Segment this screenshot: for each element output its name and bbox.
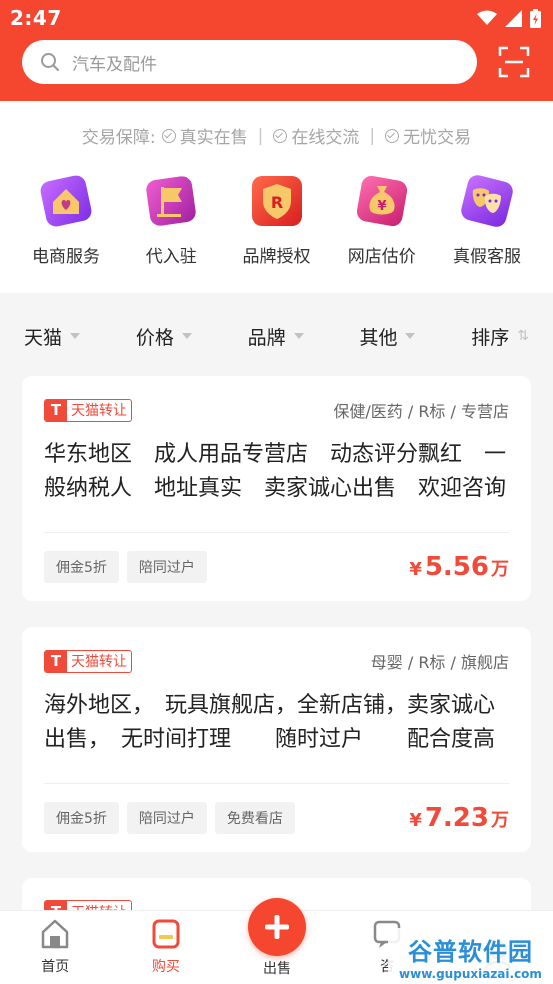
- dropdown-triangle-icon: [405, 333, 416, 339]
- cell-signal-icon: [505, 9, 522, 27]
- trade-guarantee: 交易保障: 真实在售 | 在线交流 | 无忧交易: [0, 101, 553, 149]
- search-row: 汽车及配件: [0, 36, 553, 88]
- card-footer: 佣金5折 陪同过户 ¥ 5.56 万: [22, 533, 531, 601]
- service-grid: 电商服务 代入驻 R 品牌授权 ¥ 网店估价 真假客服: [0, 148, 553, 267]
- filter-bar: 天猫 价格 品牌 其他 排序 ⇅: [0, 293, 553, 379]
- tmall-logo-icon: T: [45, 650, 67, 672]
- filter-price[interactable]: 价格: [136, 323, 192, 350]
- app-header: 2:47 汽车及配件: [0, 0, 553, 101]
- card-header: T 天猫转让 母婴 / R标 / 旗舰店: [22, 627, 531, 673]
- status-icons: [477, 8, 541, 28]
- service-real-fake-support[interactable]: 真假客服: [435, 170, 539, 267]
- service-settle-in[interactable]: 代入驻: [119, 170, 223, 267]
- filter-sort[interactable]: 排序 ⇅: [471, 323, 529, 350]
- service-brand-auth[interactable]: R 品牌授权: [225, 170, 329, 267]
- tmall-transfer-badge: T 天猫转让: [44, 649, 132, 673]
- listing-tag: 佣金5折: [44, 802, 119, 834]
- card-footer: 佣金5折 陪同过户 免费看店 ¥ 7.23 万: [22, 784, 531, 852]
- listing-card[interactable]: T 天猫转让 母婴 / R标 / 旗舰店 海外地区， 玩具旗舰店，全新店铺，卖家…: [22, 627, 531, 852]
- listing-category: 母婴 / R标 / 旗舰店: [370, 653, 509, 672]
- home-icon: [42, 919, 69, 949]
- separator: |: [369, 125, 376, 146]
- watermark-name: 谷普软件园: [408, 937, 533, 966]
- listing-price: ¥ 7.23 万: [409, 803, 509, 833]
- search-icon: [41, 53, 59, 71]
- guarantee-item: 在线交流: [273, 123, 359, 148]
- listing-tag: 陪同过户: [126, 551, 207, 583]
- dropdown-triangle-icon: [70, 333, 81, 339]
- guarantee-item: 无忧交易: [385, 123, 471, 148]
- filter-tmall[interactable]: 天猫: [24, 323, 81, 350]
- brand-r-shield-icon: R: [251, 176, 302, 226]
- shopping-bag-icon: [152, 919, 180, 949]
- scan-icon: [498, 46, 530, 78]
- listing-card[interactable]: T 天猫转让 保健/医药 / R标 / 专营店 华东地区 成人用品专营店 动态评…: [22, 376, 531, 601]
- listing-title: 海外地区， 玩具旗舰店，全新店铺，卖家诚心出售， 无时间打理 随时过户 配合度高: [44, 693, 496, 752]
- money-bag-icon: ¥: [356, 175, 407, 227]
- listing-price: ¥ 5.56 万: [409, 552, 509, 582]
- guarantee-label: 交易保障:: [81, 128, 156, 148]
- house-heart-icon: [40, 175, 92, 227]
- listing-tags: 佣金5折 陪同过户 免费看店: [44, 802, 295, 834]
- nav-home[interactable]: 首页: [0, 918, 110, 976]
- svg-text:R: R: [270, 193, 282, 212]
- listing-tag: 佣金5折: [44, 551, 119, 583]
- search-input[interactable]: 汽车及配件: [72, 50, 157, 75]
- listing-tag: 陪同过户: [126, 802, 207, 834]
- top-area: 交易保障: 真实在售 | 在线交流 | 无忧交易 电商服务 代入驻 R 品牌授权…: [0, 101, 553, 293]
- service-ecommerce[interactable]: 电商服务: [14, 170, 118, 267]
- check-circle-icon: [385, 128, 400, 143]
- sell-label: 出售: [263, 961, 291, 977]
- plus-icon: [265, 915, 289, 939]
- battery-icon: [530, 8, 541, 28]
- status-bar: 2:47: [0, 0, 553, 36]
- svg-text:¥: ¥: [377, 199, 386, 214]
- tmall-transfer-badge: T 天猫转让: [44, 398, 132, 422]
- check-circle-icon: [161, 128, 176, 143]
- scan-button[interactable]: [497, 45, 531, 79]
- card-header: T 天猫转让 保健/医药 / R标 / 专营店: [22, 376, 531, 422]
- flag-icon: [146, 176, 196, 226]
- masks-icon: [461, 175, 513, 227]
- tmall-logo-icon: T: [45, 399, 67, 421]
- status-time: 2:47: [10, 6, 62, 30]
- watermark-url: www.gupuxiazai.com: [399, 966, 542, 981]
- service-store-valuation[interactable]: ¥ 网店估价: [330, 170, 434, 267]
- check-circle-icon: [273, 128, 288, 143]
- wifi-icon: [477, 10, 497, 25]
- separator: |: [257, 125, 264, 146]
- listing-title: 华东地区 成人用品专营店 动态评分飘红 一般纳税人 地址真实 卖家诚心出售 欢迎…: [44, 442, 507, 501]
- filter-other[interactable]: 其他: [359, 323, 416, 350]
- listing-category: 保健/医药 / R标 / 专营店: [333, 402, 509, 421]
- sell-button[interactable]: [248, 898, 306, 956]
- filter-brand[interactable]: 品牌: [248, 323, 304, 350]
- dropdown-triangle-icon: [293, 333, 304, 339]
- watermark: 谷普软件园 www.gupuxiazai.com: [388, 928, 553, 984]
- nav-buy[interactable]: 购买: [111, 918, 221, 976]
- listing-tag: 免费看店: [214, 802, 295, 834]
- listing-tags: 佣金5折 陪同过户: [44, 551, 207, 583]
- sort-arrows-icon: ⇅: [517, 328, 529, 344]
- search-bar[interactable]: 汽车及配件: [22, 40, 477, 84]
- guarantee-item: 真实在售: [161, 123, 248, 148]
- dropdown-triangle-icon: [181, 333, 192, 339]
